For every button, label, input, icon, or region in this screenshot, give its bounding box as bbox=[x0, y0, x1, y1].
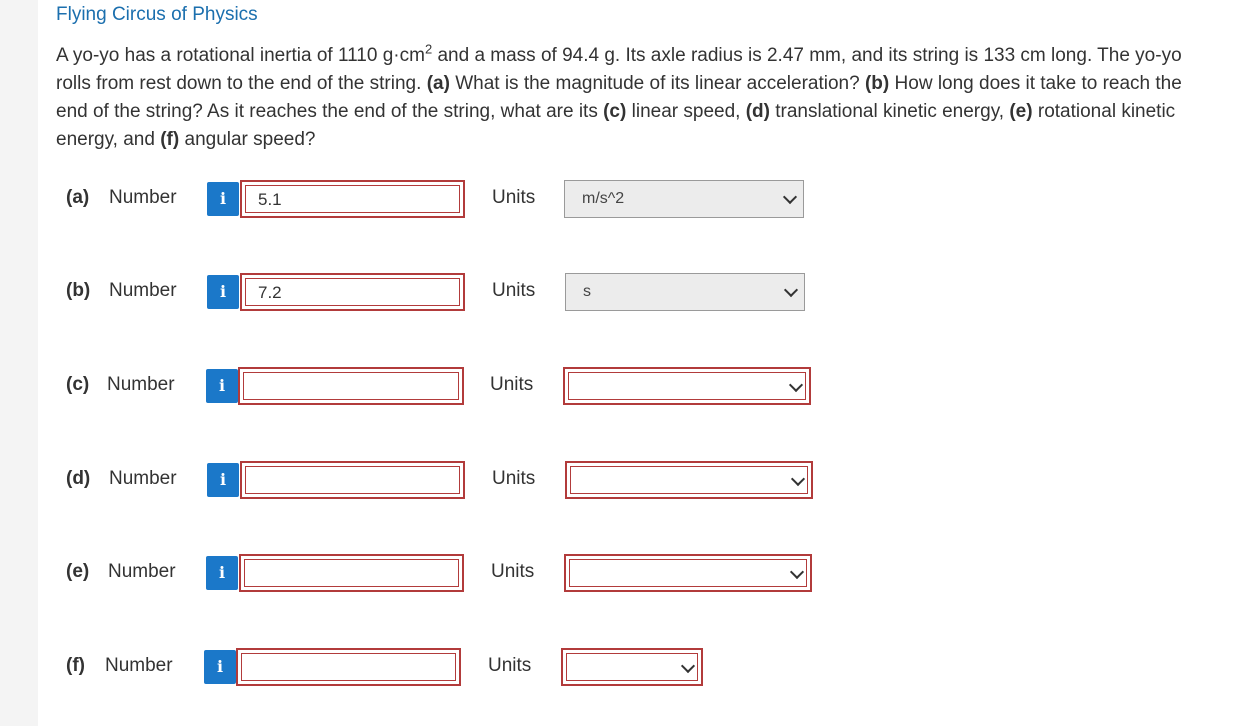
label-d: (d) bbox=[745, 101, 770, 122]
answer-input-e[interactable] bbox=[239, 554, 464, 592]
answer-input-f[interactable] bbox=[236, 648, 461, 686]
number-label: Number bbox=[109, 187, 177, 208]
question-text: A yo-yo has a rotational inertia of 1110… bbox=[56, 42, 1216, 154]
units-label: Units bbox=[492, 468, 536, 489]
units-select-c[interactable] bbox=[563, 367, 811, 405]
select-inner bbox=[568, 372, 806, 400]
answer-input-c[interactable] bbox=[238, 367, 464, 405]
label-c: (c) bbox=[603, 101, 627, 122]
info-icon[interactable]: i bbox=[207, 182, 239, 216]
units-select-f[interactable] bbox=[561, 648, 703, 686]
part-label: (d) bbox=[66, 468, 91, 489]
number-label: Number bbox=[109, 468, 177, 489]
part-label: (f) bbox=[66, 655, 85, 676]
input-value[interactable] bbox=[241, 653, 456, 681]
answer-input-a[interactable]: 5.1 bbox=[240, 180, 465, 218]
answer-input-d[interactable] bbox=[240, 461, 465, 499]
input-value[interactable]: 5.1 bbox=[245, 185, 460, 213]
units-select-a[interactable]: m/s^2 bbox=[564, 180, 804, 218]
number-label: Number bbox=[109, 280, 177, 301]
label-a: (a) bbox=[426, 73, 450, 94]
select-value: s bbox=[583, 283, 591, 300]
answer-row-b: (b) Number i 7.2 Units s bbox=[0, 271, 1258, 315]
label-e: (e) bbox=[1009, 101, 1033, 122]
info-icon[interactable]: i bbox=[206, 556, 238, 590]
units-label: Units bbox=[492, 187, 536, 208]
input-value[interactable] bbox=[245, 466, 460, 494]
part-label: (c) bbox=[66, 374, 90, 395]
label-b: (b) bbox=[864, 73, 890, 94]
input-value[interactable]: 7.2 bbox=[245, 278, 460, 306]
part-label: (b) bbox=[66, 280, 91, 301]
chevron-down-icon bbox=[783, 282, 799, 298]
part-label: (e) bbox=[66, 561, 90, 582]
select-inner bbox=[570, 466, 808, 494]
units-select-e[interactable] bbox=[564, 554, 812, 592]
input-value[interactable] bbox=[243, 372, 459, 400]
question-part-1: A yo-yo has a rotational inertia of 1110… bbox=[56, 45, 425, 66]
answer-row-a: (a) Number i 5.1 Units m/s^2 bbox=[0, 178, 1258, 222]
units-label: Units bbox=[488, 655, 532, 676]
chevron-down-icon bbox=[782, 189, 798, 205]
answer-input-b[interactable]: 7.2 bbox=[240, 273, 465, 311]
info-icon[interactable]: i bbox=[207, 275, 239, 309]
info-icon[interactable]: i bbox=[204, 650, 236, 684]
text-a: What is the magnitude of its linear acce… bbox=[449, 73, 865, 94]
number-label: Number bbox=[105, 655, 173, 676]
units-label: Units bbox=[491, 561, 535, 582]
text-c: linear speed, bbox=[626, 101, 746, 122]
number-label: Number bbox=[108, 561, 176, 582]
units-select-d[interactable] bbox=[565, 461, 813, 499]
text-d: translational kinetic energy, bbox=[769, 101, 1010, 122]
select-inner bbox=[569, 559, 807, 587]
info-icon[interactable]: i bbox=[206, 369, 238, 403]
units-label: Units bbox=[492, 280, 536, 301]
answer-row-f: (f) Number i Units bbox=[0, 646, 1258, 690]
input-value[interactable] bbox=[244, 559, 459, 587]
page-title: Flying Circus of Physics bbox=[56, 4, 258, 25]
answer-row-e: (e) Number i Units bbox=[0, 552, 1258, 596]
answer-row-d: (d) Number i Units bbox=[0, 459, 1258, 503]
label-f: (f) bbox=[160, 129, 180, 150]
select-value: m/s^2 bbox=[582, 190, 625, 207]
part-label: (a) bbox=[66, 187, 90, 208]
text-f: angular speed? bbox=[179, 129, 316, 150]
answer-row-c: (c) Number i Units bbox=[0, 365, 1258, 409]
select-inner bbox=[566, 653, 698, 681]
info-icon[interactable]: i bbox=[207, 463, 239, 497]
units-select-b[interactable]: s bbox=[565, 273, 805, 311]
number-label: Number bbox=[107, 374, 175, 395]
units-label: Units bbox=[490, 374, 534, 395]
